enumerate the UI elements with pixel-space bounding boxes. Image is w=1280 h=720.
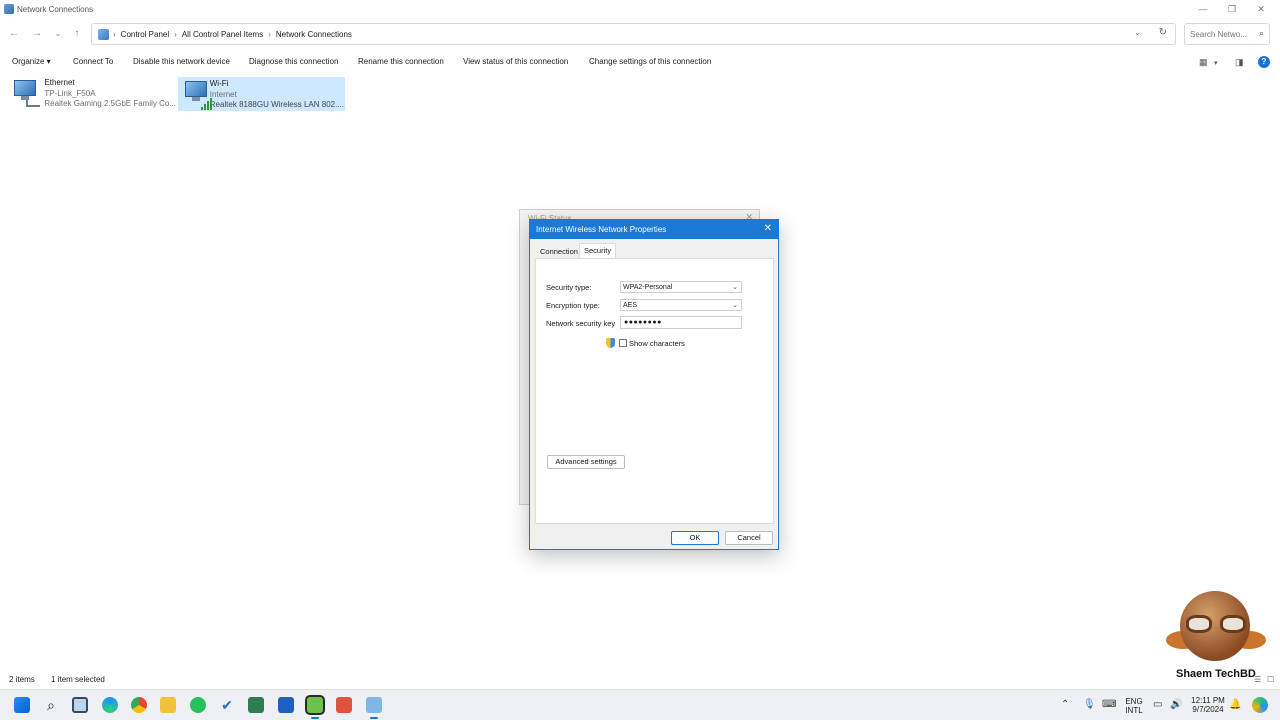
- copilot-icon[interactable]: [1252, 697, 1268, 713]
- taskbar: ⌕ ✔ ⌃ 🎙 ⌨ ENG INTL ▭ 🔊 12:11 PM 9/7/2024…: [0, 689, 1280, 720]
- view-status-button[interactable]: View status of this connection: [463, 57, 568, 66]
- item-name: Wi-Fi: [209, 79, 229, 88]
- watermark-brand: Shaem TechBD: [1176, 668, 1256, 680]
- security-panel: Security type: WPA2-Personal ⌄ Encryptio…: [535, 258, 774, 524]
- breadcrumb-network-connections[interactable]: Network Connections: [276, 30, 352, 39]
- view-dropdown-icon[interactable]: ▾: [1214, 59, 1218, 67]
- organize-menu[interactable]: Organize ▾: [12, 57, 51, 66]
- item-device: Realtek 8188GU Wireless LAN 802....: [209, 100, 344, 109]
- encryption-type-value: AES: [623, 302, 638, 309]
- command-bar: Organize ▾ Connect To Disable this netwo…: [0, 53, 1280, 73]
- close-window-button[interactable]: ✕: [1246, 2, 1276, 16]
- task-view-icon[interactable]: [72, 697, 88, 713]
- minimize-button[interactable]: —: [1188, 2, 1218, 16]
- network-key-field[interactable]: ●●●●●●●●: [620, 316, 742, 329]
- search-icon[interactable]: ⌕: [1259, 28, 1264, 39]
- status-bar: 2 items 1 item selected: [9, 675, 119, 684]
- chevron-down-icon: ⌄: [732, 302, 738, 309]
- keyboard-layout: INTL: [1125, 706, 1143, 715]
- network-connections-taskbar-icon[interactable]: [366, 697, 382, 719]
- recorder-icon[interactable]: [336, 697, 352, 713]
- security-type-value: WPA2-Personal: [623, 284, 673, 291]
- tab-security[interactable]: Security: [579, 243, 617, 259]
- file-explorer-icon[interactable]: [160, 697, 176, 713]
- notepad-icon[interactable]: [248, 697, 264, 713]
- dialog-title-bar: Internet Wireless Network Properties ✕: [530, 220, 778, 239]
- address-row: ← → ⌄ ↑ › Control Panel › All Control Pa…: [0, 23, 1280, 45]
- todo-icon[interactable]: ✔: [219, 697, 235, 713]
- chrome-icon[interactable]: [131, 697, 147, 713]
- encryption-type-label: Encryption type:: [546, 301, 600, 310]
- ok-button[interactable]: OK: [671, 531, 719, 545]
- show-hidden-icons-chevron-icon[interactable]: ⌃: [1061, 699, 1069, 710]
- language-indicator[interactable]: ENG INTL: [1124, 697, 1144, 715]
- cancel-button[interactable]: Cancel: [725, 531, 773, 545]
- ethernet-adapter-icon: [12, 79, 40, 109]
- forward-arrow-icon[interactable]: →: [30, 27, 44, 41]
- encryption-type-select[interactable]: AES ⌄: [620, 299, 742, 311]
- language-code: ENG: [1125, 697, 1143, 706]
- maximize-button[interactable]: ❐: [1217, 2, 1247, 16]
- word-icon[interactable]: [278, 697, 294, 713]
- recent-locations-chevron-icon[interactable]: ⌄: [51, 27, 65, 41]
- whatsapp-icon[interactable]: [190, 697, 206, 713]
- show-characters-label[interactable]: Show characters: [629, 339, 685, 348]
- uac-shield-icon: [606, 338, 615, 348]
- show-characters-checkbox[interactable]: [619, 339, 627, 347]
- search-box[interactable]: ⌕: [1184, 23, 1270, 45]
- network-key-label: Network security key: [546, 319, 616, 328]
- change-settings-button[interactable]: Change settings of this connection: [589, 57, 711, 66]
- chevron-down-icon: ⌄: [732, 284, 738, 291]
- window-title-bar: Network Connections: [0, 0, 1280, 18]
- address-dropdown-icon[interactable]: ⌄: [1134, 28, 1141, 37]
- back-arrow-icon[interactable]: ←: [7, 27, 21, 41]
- advanced-settings-button[interactable]: Advanced settings: [547, 455, 625, 469]
- wifi-adapter-icon: [183, 80, 212, 110]
- item-count: 2 items: [9, 675, 35, 684]
- item-device: Realtek Gaming 2.5GbE Family Co...: [44, 99, 176, 108]
- large-icons-view-icon[interactable]: ☐: [1267, 675, 1274, 684]
- rename-button[interactable]: Rename this connection: [358, 57, 444, 66]
- start-icon[interactable]: [14, 697, 30, 713]
- microphone-icon[interactable]: 🎙: [1083, 699, 1096, 710]
- diagnose-button[interactable]: Diagnose this connection: [249, 57, 338, 66]
- address-bar[interactable]: › Control Panel › All Control Panel Item…: [91, 23, 1176, 45]
- up-arrow-icon[interactable]: ↑: [70, 27, 84, 41]
- disable-device-button[interactable]: Disable this network device: [133, 57, 230, 66]
- item-name: Ethernet: [44, 78, 75, 87]
- selection-count: 1 item selected: [51, 675, 105, 684]
- network-connections-icon: [4, 4, 14, 14]
- breadcrumb-all-items[interactable]: All Control Panel Items: [182, 30, 263, 39]
- view-options-icon[interactable]: ▦: [1199, 57, 1208, 68]
- help-icon[interactable]: ?: [1258, 56, 1270, 68]
- refresh-icon[interactable]: ↻: [1159, 27, 1167, 38]
- camtasia-icon[interactable]: [305, 695, 325, 719]
- security-type-select[interactable]: WPA2-Personal ⌄: [620, 281, 742, 293]
- connect-to-button[interactable]: Connect To: [73, 57, 113, 66]
- volume-icon[interactable]: 🔊: [1170, 699, 1182, 710]
- security-type-label: Security type:: [546, 283, 592, 292]
- close-icon[interactable]: ✕: [764, 223, 772, 234]
- wireless-properties-dialog: Internet Wireless Network Properties ✕ C…: [529, 219, 779, 550]
- search-input[interactable]: [1190, 28, 1252, 41]
- search-icon[interactable]: ⌕: [43, 697, 59, 713]
- dialog-title: Internet Wireless Network Properties: [536, 225, 667, 234]
- edge-icon[interactable]: [102, 697, 118, 713]
- item-status: Internet: [209, 89, 237, 99]
- clock-date: 9/7/2024: [1192, 705, 1224, 714]
- keyboard-icon[interactable]: ⌨: [1102, 699, 1116, 710]
- item-status: TP-Link_F50A: [44, 88, 96, 98]
- clock[interactable]: 12:11 PM 9/7/2024: [1186, 696, 1230, 714]
- clock-time: 12:11 PM: [1191, 696, 1225, 705]
- control-panel-icon: [98, 28, 109, 40]
- list-item-ethernet[interactable]: Ethernet TP-Link_F50A Realtek Gaming 2.5…: [8, 77, 176, 111]
- tab-connection[interactable]: Connection: [536, 245, 582, 259]
- preview-pane-icon[interactable]: ◨: [1235, 57, 1244, 68]
- list-item-wifi[interactable]: Wi-Fi Internet Realtek 8188GU Wireless L…: [178, 77, 345, 111]
- network-icon[interactable]: ▭: [1153, 699, 1162, 710]
- channel-watermark: Shaem TechBD: [1166, 589, 1266, 680]
- notification-bell-icon[interactable]: 🔔: [1229, 699, 1241, 710]
- breadcrumb-control-panel[interactable]: Control Panel: [121, 30, 169, 39]
- window-title: Network Connections: [17, 4, 94, 14]
